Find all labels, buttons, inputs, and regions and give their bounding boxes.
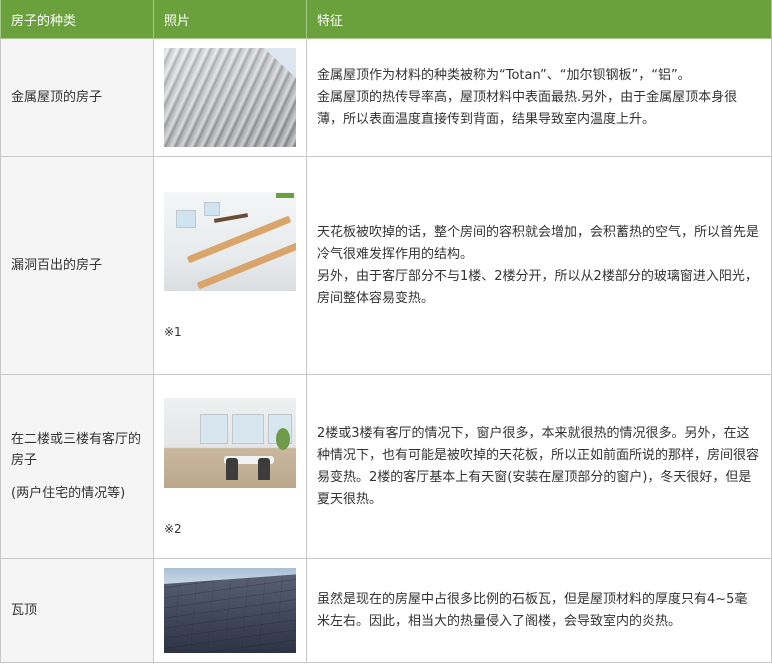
photo-cell <box>153 558 307 663</box>
house-type-cell: 在二楼或三楼有客厅的房子 (两户住宅的情况等) <box>0 374 154 559</box>
house-type-cell: 瓦顶 <box>0 558 154 663</box>
table-row: 在二楼或三楼有客厅的房子 (两户住宅的情况等) ※2 2楼或3楼有客厅的情况下，… <box>0 374 772 559</box>
corrugated-metal-roof-photo <box>164 48 296 147</box>
upstairs-living-room-photo <box>164 397 296 488</box>
photo-cell: ※2 <box>153 374 307 559</box>
house-type-label: 漏洞百出的房子 <box>11 258 103 273</box>
photo-note: ※1 <box>164 325 182 339</box>
feature-cell: 金属屋顶作为材料的种类被称为“Totan”、“加尔钡钢板”，“铝”。 金属屋顶的… <box>306 38 772 157</box>
feature-cell: 虽然是现在的房屋中占很多比例的石板瓦，但是屋顶材料的厚度只有4~5毫米左右。因此… <box>306 558 772 663</box>
vaulted-ceiling-photo <box>164 192 296 291</box>
house-type-label: 金属屋顶的房子 <box>11 90 103 105</box>
house-type-cell: 金属屋顶的房子 <box>0 38 154 157</box>
header-feature: 特征 <box>306 0 772 39</box>
photo-note: ※2 <box>164 521 182 536</box>
photo-cell <box>153 38 307 157</box>
feature-text: 2楼或3楼有客厅的情况下，窗户很多，本来就很热的情况很多。另外，在这种情况下，也… <box>317 425 760 507</box>
header-photo: 照片 <box>153 0 307 39</box>
photo-cell: ※1 <box>153 156 307 375</box>
house-type-label: 在二楼或三楼有客厅的房子 <box>11 432 142 468</box>
house-type-label: 瓦顶 <box>11 603 38 618</box>
table-row: 瓦顶 虽然是现在的房屋中占很多比例的石板瓦，但是屋顶材料的厚度只有4~5毫米左右… <box>0 558 772 663</box>
feature-cell: 天花板被吹掉的话，整个房间的容积就会增加，会积蓄热的空气，所以首先是冷气很难发挥… <box>306 156 772 375</box>
feature-text: 金属屋顶作为材料的种类被称为“Totan”、“加尔钡钢板”，“铝”。 金属屋顶的… <box>317 67 738 127</box>
feature-text: 天花板被吹掉的话，整个房间的容积就会增加，会积蓄热的空气，所以首先是冷气很难发挥… <box>317 224 760 306</box>
table-row: 金属屋顶的房子 金属屋顶作为材料的种类被称为“Totan”、“加尔钡钢板”，“铝… <box>0 38 772 157</box>
header-type: 房子的种类 <box>0 0 154 39</box>
feature-text: 虽然是现在的房屋中占很多比例的石板瓦，但是屋顶材料的厚度只有4~5毫米左右。因此… <box>317 591 748 629</box>
header-row: 房子的种类 照片 特征 <box>0 0 772 39</box>
house-type-cell: 漏洞百出的房子 <box>0 156 154 375</box>
table-row: 漏洞百出的房子 ※1 天花板被吹掉的话，整个房间的容积就会增加，会积蓄热的空气，… <box>0 156 772 375</box>
house-type-sub-label: (两户住宅的情况等) <box>11 486 126 501</box>
feature-cell: 2楼或3楼有客厅的情况下，窗户很多，本来就很热的情况很多。另外，在这种情况下，也… <box>306 374 772 559</box>
slate-tile-roof-photo <box>164 568 296 653</box>
house-types-table: 房子的种类 照片 特征 金属屋顶的房子 金属屋顶作为材料的种类被称为“Totan… <box>0 0 772 663</box>
